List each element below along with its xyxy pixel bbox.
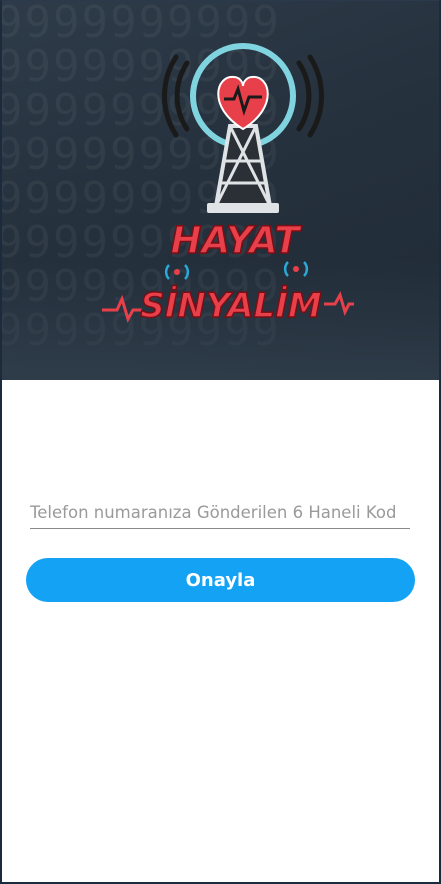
- heart-pulse-icon: [217, 75, 269, 131]
- app-screen: 9999999999 9999999999 9999999999 9999999…: [0, 0, 441, 884]
- hero-banner: 9999999999 9999999999 9999999999 9999999…: [2, 1, 439, 380]
- pulse-line-right: [324, 291, 354, 317]
- logo-text-hayat: HAYAT: [171, 219, 303, 262]
- small-signal-icon: [164, 261, 309, 280]
- pulse-line-left: [102, 294, 142, 323]
- confirm-button[interactable]: Onayla: [26, 558, 415, 602]
- logo-text-sinyalim: SİNYALİM: [140, 285, 322, 326]
- verification-code-input[interactable]: [30, 497, 410, 529]
- hayat-sinyalim-logo: HAYAT SİNYALİM: [102, 43, 354, 327]
